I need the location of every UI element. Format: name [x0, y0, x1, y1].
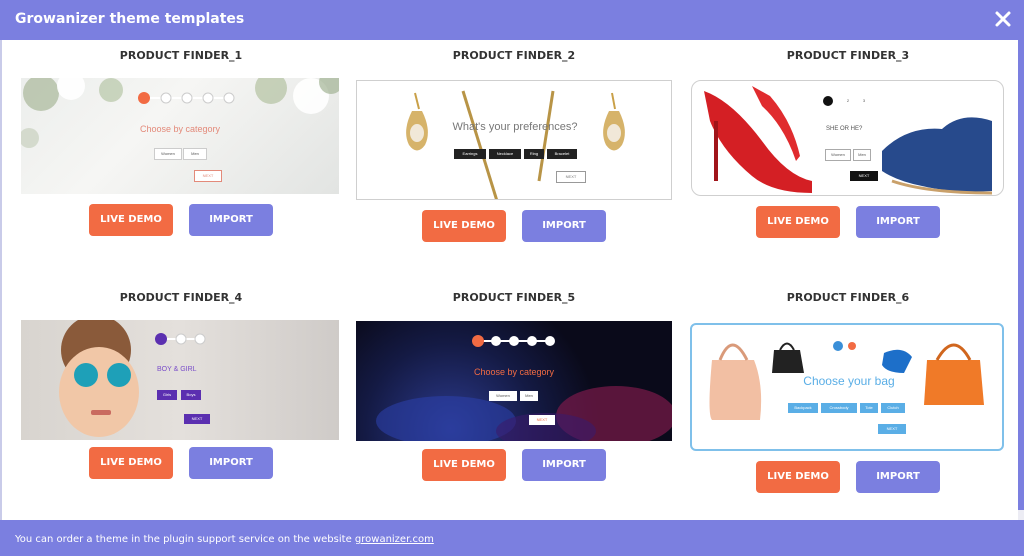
progress-steps — [155, 333, 206, 345]
template-title: PRODUCT FINDER_5 — [452, 291, 576, 304]
scrollbar-thumb[interactable] — [1018, 40, 1024, 510]
template-card-4: PRODUCT FINDER_4 BOY & GIRL Girls Boys N… — [21, 290, 341, 490]
preview-next: NEXT — [529, 415, 555, 425]
template-preview[interactable]: Choose by category Women Men NEXT — [21, 78, 339, 194]
preview-option: Backpack — [788, 403, 818, 413]
dialog-header: Growanizer theme templates — [0, 0, 1024, 40]
preview-step: 2 — [846, 98, 850, 103]
template-card-1: PRODUCT FINDER_1 Choose by category Wome… — [21, 48, 341, 248]
preview-step: 3 — [862, 98, 866, 103]
live-demo-button[interactable]: LIVE DEMO — [756, 206, 840, 238]
preview-heading: Choose by category — [139, 124, 221, 134]
template-title: PRODUCT FINDER_1 — [119, 49, 243, 62]
preview-next: NEXT — [556, 171, 586, 183]
template-card-3: PRODUCT FINDER_3 2 3 SHE OR HE? Women Me… — [688, 48, 1008, 248]
preview-heading: What's your preferences? — [452, 121, 578, 133]
template-title: PRODUCT FINDER_2 — [452, 49, 576, 62]
preview-option: Earrings — [454, 149, 486, 159]
preview-option: Women — [825, 149, 851, 161]
preview-heading: BOY & GIRL — [157, 366, 197, 373]
live-demo-button[interactable]: LIVE DEMO — [89, 204, 173, 236]
import-button[interactable]: IMPORT — [856, 206, 940, 238]
import-button[interactable]: IMPORT — [522, 449, 606, 481]
preview-option: Men — [183, 148, 207, 160]
preview-option: Boys — [181, 390, 201, 400]
dialog-title: Growanizer theme templates — [15, 11, 245, 27]
left-border — [0, 40, 2, 520]
template-preview[interactable]: What's your preferences? Earrings Neckla… — [356, 80, 672, 200]
preview-next: NEXT — [184, 414, 210, 424]
template-preview[interactable]: 2 3 SHE OR HE? Women Men NEXT — [691, 80, 1004, 196]
template-preview[interactable]: BOY & GIRL Girls Boys NEXT — [21, 320, 339, 440]
template-preview[interactable]: Choose your bag Backpack Crossbody Tote … — [690, 323, 1004, 451]
preview-option: Tote — [860, 403, 878, 413]
import-button[interactable]: IMPORT — [189, 204, 273, 236]
progress-steps — [833, 341, 856, 351]
footer-message: You can order a theme in the plugin supp… — [15, 534, 355, 545]
live-demo-button[interactable]: LIVE DEMO — [756, 461, 840, 493]
template-title: PRODUCT FINDER_4 — [119, 291, 243, 304]
preview-option: Women — [489, 391, 517, 401]
footer-link[interactable]: growanizer.com — [355, 534, 434, 545]
preview-next: NEXT — [194, 170, 222, 182]
import-button[interactable]: IMPORT — [856, 461, 940, 493]
live-demo-button[interactable]: LIVE DEMO — [422, 210, 506, 242]
live-demo-button[interactable]: LIVE DEMO — [422, 449, 506, 481]
jewelry-decoration — [406, 90, 625, 199]
preview-heading: Choose by category — [473, 367, 555, 377]
preview-heading: SHE OR HE? — [826, 126, 863, 132]
template-preview[interactable]: Choose by category Women Men NEXT — [356, 321, 672, 441]
preview-next: NEXT — [878, 424, 906, 434]
template-card-2: PRODUCT FINDER_2 What's your preferences… — [354, 48, 674, 248]
live-demo-button[interactable]: LIVE DEMO — [89, 447, 173, 479]
import-button[interactable]: IMPORT — [189, 447, 273, 479]
preview-option: Clutch — [881, 403, 905, 413]
import-button[interactable]: IMPORT — [522, 210, 606, 242]
preview-option: Men — [520, 391, 538, 401]
preview-option: Necklace — [489, 149, 521, 159]
template-card-6: PRODUCT FINDER_6 Choose your bag Backpac… — [688, 290, 1008, 500]
preview-option: Crossbody — [821, 403, 857, 413]
preview-next: NEXT — [850, 171, 878, 181]
preview-option: Ring — [524, 149, 544, 159]
progress-steps — [472, 335, 555, 347]
preview-heading: Choose your bag — [803, 374, 895, 388]
close-icon[interactable] — [992, 8, 1014, 30]
preview-option: Men — [853, 149, 871, 161]
preview-option: Women — [154, 148, 182, 160]
template-title: PRODUCT FINDER_6 — [786, 291, 910, 304]
template-title: PRODUCT FINDER_3 — [786, 49, 910, 62]
template-card-5: PRODUCT FINDER_5 Choose by category Wome… — [354, 290, 674, 490]
preview-option: Girls — [157, 390, 177, 400]
dialog-footer: You can order a theme in the plugin supp… — [0, 520, 1024, 556]
footer-text: You can order a theme in the plugin supp… — [15, 534, 434, 545]
progress-steps — [138, 92, 235, 104]
preview-option: Bracelet — [547, 149, 577, 159]
